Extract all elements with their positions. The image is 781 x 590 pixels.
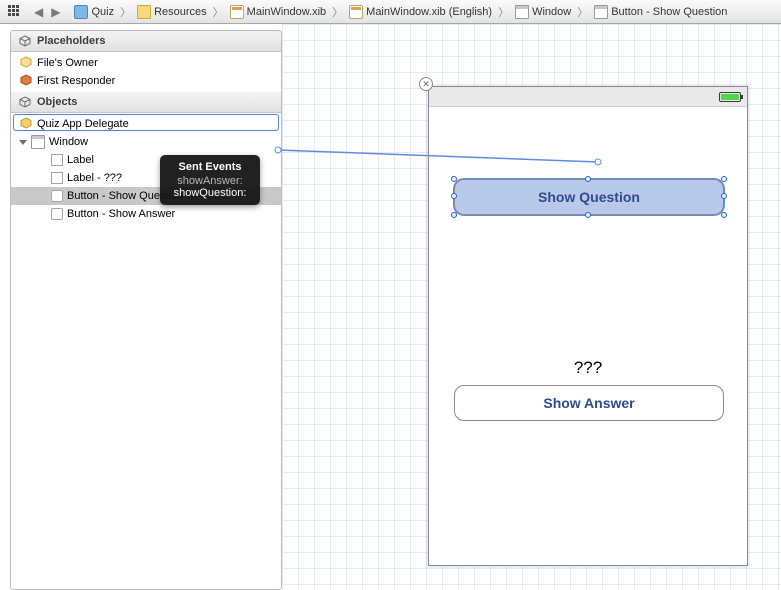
crumb-element[interactable]: Button - Show Question (590, 5, 731, 19)
outline-first-responder-label: First Responder (37, 75, 115, 87)
path-separator-icon: 〉 (496, 4, 511, 20)
close-pin-icon[interactable]: ✕ (419, 77, 433, 91)
project-icon (74, 5, 88, 19)
crumb-folder[interactable]: Resources (133, 5, 211, 19)
window-icon (515, 5, 529, 19)
interface-builder-canvas[interactable]: ✕ Show Question ??? Show Answer (282, 24, 781, 590)
outline-button-answer[interactable]: Button - Show Answer (11, 205, 281, 223)
nav-arrows: ◀ ▶ (30, 5, 64, 19)
path-separator-icon: 〉 (118, 4, 133, 20)
canvas-button-show-answer[interactable]: Show Answer (454, 385, 724, 421)
status-bar (429, 87, 747, 107)
outline-delegate[interactable]: Quiz App Delegate (11, 115, 281, 133)
document-outline: Placeholders File's Owner First Responde… (10, 30, 282, 590)
device-window[interactable]: ✕ Show Question ??? Show Answer (428, 86, 748, 566)
xib-icon (230, 5, 244, 19)
canvas-button-show-question-label: Show Question (538, 189, 640, 205)
canvas-button-show-question[interactable]: Show Question (454, 179, 724, 215)
cube-icon (19, 35, 31, 47)
battery-icon (719, 92, 741, 102)
crumb-xib1[interactable]: MainWindow.xib (226, 5, 330, 19)
outline-label-2-text: Label - ??? (67, 172, 122, 184)
outline-delegate-label: Quiz App Delegate (37, 118, 129, 130)
path-separator-icon: 〉 (330, 4, 345, 20)
canvas-label-question[interactable]: ??? (429, 358, 747, 378)
crumb-project[interactable]: Quiz (70, 5, 118, 19)
outline-window[interactable]: Window (11, 133, 281, 151)
crumb-xib2-label: MainWindow.xib (English) (366, 6, 492, 18)
tooltip-header: Sent Events (172, 161, 248, 173)
object-cube-icon (19, 117, 33, 131)
crumb-xib2[interactable]: MainWindow.xib (English) (345, 5, 496, 19)
crumb-window-label: Window (532, 6, 571, 18)
path-separator-icon: 〉 (211, 4, 226, 20)
related-items-button[interactable] (4, 5, 28, 19)
crumb-xib1-label: MainWindow.xib (247, 6, 326, 18)
section-placeholders[interactable]: Placeholders (11, 31, 281, 52)
button-icon (51, 190, 63, 202)
nav-back-button[interactable]: ◀ (30, 5, 47, 19)
crumb-element-label: Button - Show Question (611, 6, 727, 18)
canvas-label-question-text: ??? (574, 358, 602, 377)
xib-icon (349, 5, 363, 19)
canvas-button-show-answer-label: Show Answer (543, 395, 634, 411)
path-separator-icon: 〉 (575, 4, 590, 20)
files-owner-icon (19, 56, 33, 70)
tooltip-action-showanswer: showAnswer: (172, 175, 248, 187)
crumb-folder-label: Resources (154, 6, 207, 18)
button-icon (51, 208, 63, 220)
outline-label-1-text: Label (67, 154, 94, 166)
grid-icon (8, 5, 22, 19)
first-responder-icon (19, 74, 33, 88)
cube-icon (19, 96, 31, 108)
label-icon (51, 172, 63, 184)
section-objects[interactable]: Objects (11, 92, 281, 113)
section-objects-label: Objects (37, 96, 77, 108)
crumb-window[interactable]: Window (511, 5, 575, 19)
disclosure-triangle-icon[interactable] (19, 140, 27, 145)
label-icon (51, 154, 63, 166)
tooltip-action-showquestion: showQuestion: (172, 187, 248, 199)
button-icon (594, 5, 608, 19)
outline-first-responder[interactable]: First Responder (11, 72, 281, 90)
section-placeholders-label: Placeholders (37, 35, 105, 47)
folder-icon (137, 5, 151, 19)
breadcrumb-bar: ◀ ▶ Quiz 〉 Resources 〉 MainWindow.xib 〉 … (0, 0, 781, 24)
outline-window-label: Window (49, 136, 88, 148)
crumb-project-label: Quiz (91, 6, 114, 18)
nav-forward-button[interactable]: ▶ (47, 5, 64, 19)
outline-files-owner[interactable]: File's Owner (11, 54, 281, 72)
outline-button-answer-text: Button - Show Answer (67, 208, 175, 220)
window-icon (31, 135, 45, 149)
connection-tooltip: Sent Events showAnswer: showQuestion: (160, 155, 260, 205)
outline-files-owner-label: File's Owner (37, 57, 98, 69)
